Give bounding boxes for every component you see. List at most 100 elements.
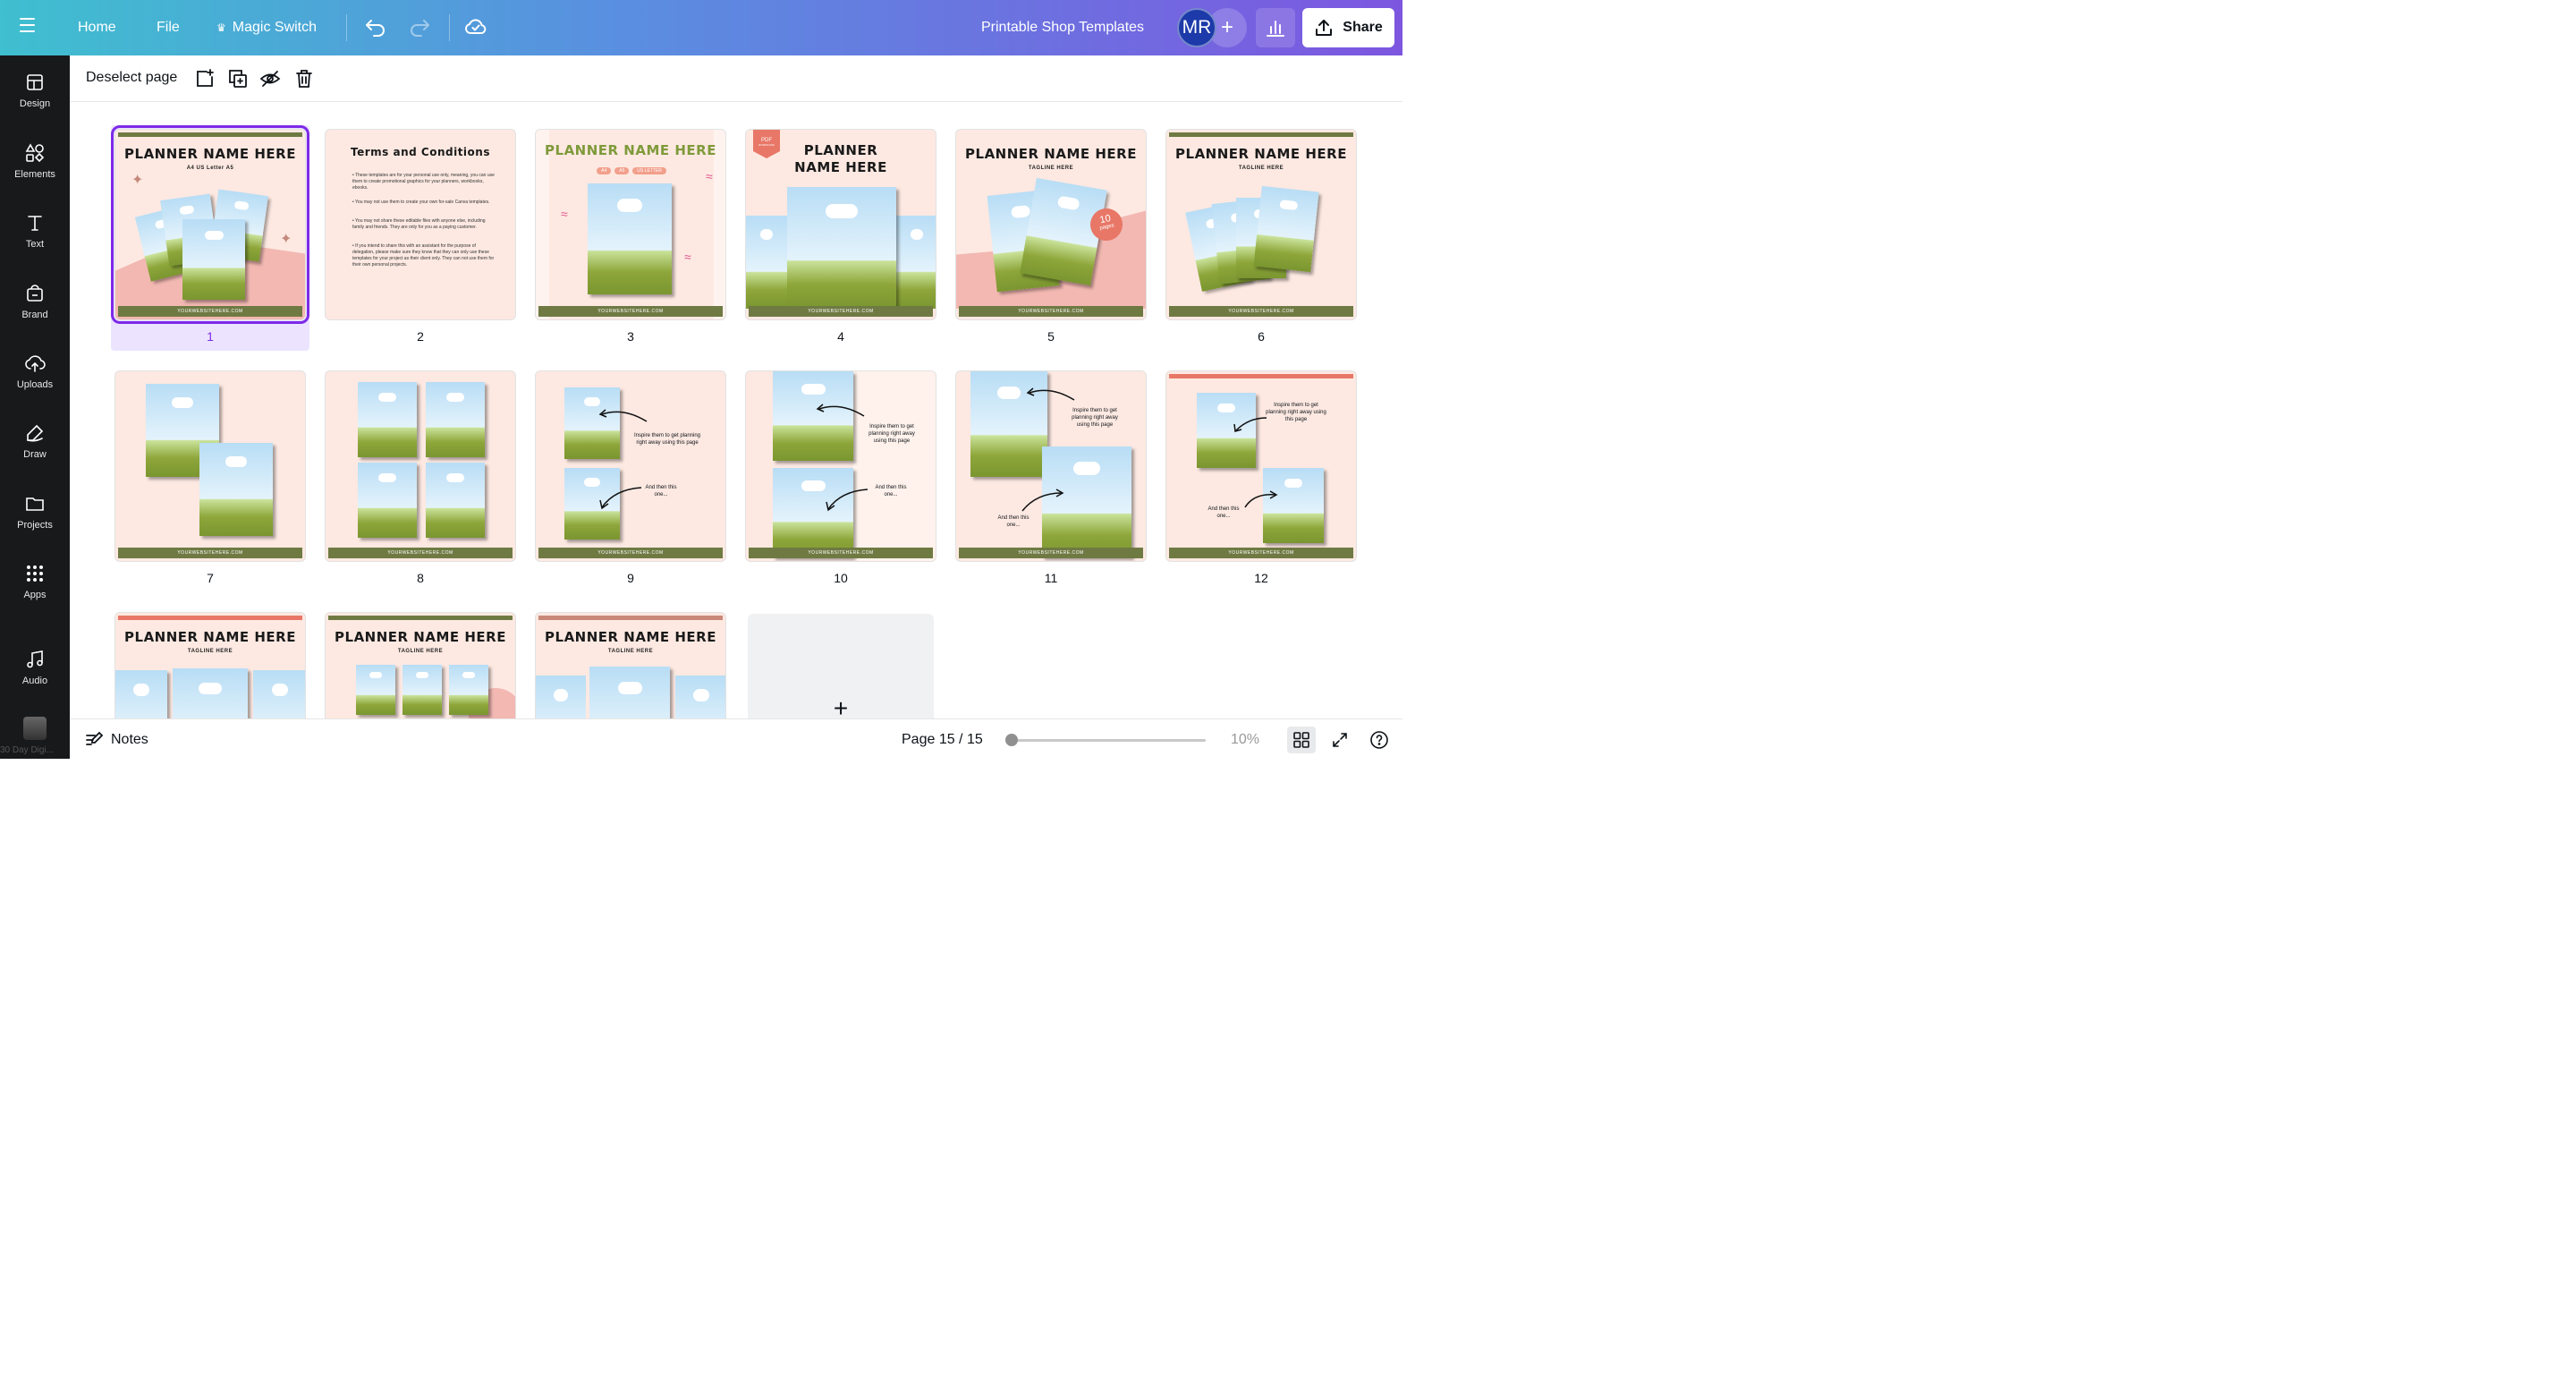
page-grid: PLANNER NAME HERE A4 US Letter A5 ✦ ✦ YO… <box>70 102 1402 718</box>
apps-grid-icon <box>27 565 43 582</box>
sidebar: Design Elements Text Brand Uploads Draw … <box>0 55 70 759</box>
page-number: 5 <box>1047 329 1055 344</box>
page-footer: YOURWEBSITEHERE.COM <box>749 306 933 317</box>
caption-text: Inspire them to get planning right away … <box>633 433 701 446</box>
photo-placeholder <box>1253 185 1319 273</box>
trash-icon[interactable] <box>293 68 315 89</box>
zoom-slider-track[interactable] <box>1011 739 1206 742</box>
page-preview[interactable]: YOURWEBSITEHERE.COM <box>325 370 516 562</box>
share-icon <box>1316 20 1333 36</box>
fullscreen-button[interactable] <box>1326 727 1354 753</box>
zigzag-icon: ≈ <box>684 250 691 264</box>
sidebar-item-brand[interactable]: Brand <box>0 270 70 333</box>
deselect-page-button[interactable]: Deselect page <box>86 70 177 86</box>
page-title: PLANNER NAME HERE <box>335 629 506 645</box>
photo-placeholder <box>356 665 395 715</box>
page-title: PLANNER NAME HERE <box>124 146 296 162</box>
page-number: 9 <box>627 571 634 585</box>
page-preview[interactable]: Inspire them to get planning right away … <box>745 370 936 562</box>
notes-button[interactable]: Notes <box>84 730 148 750</box>
magic-switch-button[interactable]: ♛ Magic Switch <box>216 10 317 46</box>
sidebar-label: Audio <box>21 676 48 686</box>
page-tagline: TAGLINE HERE <box>1028 166 1074 171</box>
page-preview[interactable]: PLANNER NAME HERE TAGLINE HERE 10 pages … <box>955 129 1147 320</box>
page-preview[interactable]: Terms and Conditions • These templates a… <box>325 129 516 320</box>
photo-placeholder <box>773 468 853 557</box>
cloud-saved-icon[interactable] <box>463 14 488 39</box>
page-preview[interactable]: Inspire them to get planning right away … <box>955 370 1147 562</box>
shapes-icon <box>25 143 45 163</box>
page-title: PLANNER NAME HERE <box>545 629 716 645</box>
page-preview[interactable]: Inspire them to get planning right away … <box>535 370 726 562</box>
page-number: 10 <box>834 571 848 585</box>
zoom-slider-handle[interactable] <box>1005 734 1018 746</box>
redo-icon[interactable] <box>407 14 432 39</box>
home-button[interactable]: Home <box>78 10 116 46</box>
page-footer: YOURWEBSITEHERE.COM <box>538 306 723 317</box>
size-badge: A4 <box>597 167 612 174</box>
top-bar: Home File ♛ Magic Switch Printable Shop … <box>0 0 1402 55</box>
page-preview[interactable]: PLANNER NAME HERE TAGLINE HERE <box>325 612 516 718</box>
photo-placeholder <box>182 219 245 300</box>
add-page-icon[interactable] <box>194 68 216 89</box>
arrow-icon <box>1244 490 1278 508</box>
page-preview[interactable]: PLANNER NAME HERE TAGLINE HERE YOURWEBSI… <box>1165 129 1357 320</box>
page-title: PLANNER NAME HERE <box>1175 146 1347 162</box>
page-preview[interactable]: PLANNER NAME HERE TAGLINE HERE <box>535 612 726 718</box>
layout-icon <box>27 74 43 90</box>
page-title-line: NAME HERE <box>794 159 887 175</box>
avatar[interactable]: MR <box>1177 8 1216 47</box>
arrow-icon <box>598 409 648 422</box>
page-preview[interactable]: YOURWEBSITEHERE.COM <box>114 370 306 562</box>
grid-view-button[interactable] <box>1287 727 1316 753</box>
page-title: PLANNER NAME HERE <box>545 142 716 158</box>
page-preview[interactable]: Inspire them to get planning right away … <box>1165 370 1357 562</box>
page-preview[interactable]: PLANNER NAME HERE TAGLINE HERE <box>114 612 306 718</box>
sidebar-label: Draw <box>23 449 47 460</box>
share-button[interactable]: Share <box>1302 8 1394 47</box>
insights-button[interactable] <box>1256 8 1295 47</box>
sidebar-item-draw[interactable]: Draw <box>0 410 70 472</box>
page-preview[interactable]: PLANNER NAME HERE A4 US Letter A5 ✦ ✦ YO… <box>111 125 309 324</box>
page-title-line: PLANNER <box>803 142 878 158</box>
menu-icon[interactable] <box>20 18 50 38</box>
zoom-level[interactable]: 10% <box>1231 732 1259 748</box>
sidebar-item-apps[interactable]: Apps <box>0 550 70 613</box>
page-preview[interactable]: PLANNER NAME HERE A4 A5 US LETTER ≈ ≈ ≈ … <box>535 129 726 320</box>
caption-text: Inspire them to get planning right away … <box>1266 403 1326 422</box>
page-counter[interactable]: Page 15 / 15 <box>902 732 983 748</box>
page-footer: YOURWEBSITEHERE.COM <box>118 306 302 317</box>
sidebar-item-audio[interactable]: Audio <box>0 636 70 699</box>
duplicate-page-icon[interactable] <box>227 68 249 89</box>
sidebar-item-elements[interactable]: Elements <box>0 130 70 192</box>
page-number: 3 <box>627 329 634 344</box>
help-button[interactable] <box>1365 727 1394 753</box>
undo-icon[interactable] <box>363 14 388 39</box>
crown-icon: ♛ <box>216 21 226 34</box>
page-footer: YOURWEBSITEHERE.COM <box>959 548 1143 558</box>
music-note-icon <box>27 650 43 668</box>
hide-page-icon[interactable] <box>259 68 281 89</box>
caption-text: And then this one... <box>1208 506 1240 519</box>
add-page-button[interactable]: + <box>748 614 934 718</box>
caption-text: And then this one... <box>875 485 907 497</box>
divider <box>346 14 347 41</box>
zigzag-icon: ≈ <box>561 207 568 221</box>
size-badges: A4 A5 US LETTER <box>589 167 674 174</box>
sidebar-item-uploads[interactable]: Uploads <box>0 340 70 403</box>
decor-stripe <box>118 616 302 620</box>
document-title[interactable]: Printable Shop Templates <box>981 10 1144 46</box>
page-preview[interactable]: PDF DOWNLOAD PLANNER NAME HERE YOURWEBSI… <box>745 129 936 320</box>
sidebar-item-text[interactable]: Text <box>0 200 70 262</box>
page-footer: YOURWEBSITEHERE.COM <box>118 548 302 558</box>
decor-stripe <box>538 616 723 620</box>
caption-text: And then this one... <box>645 485 677 497</box>
sidebar-item-recent-design[interactable]: 30 Day Digi... <box>0 713 70 759</box>
arrow-icon <box>1026 387 1075 401</box>
photo-placeholder <box>588 183 672 294</box>
file-menu-button[interactable]: File <box>157 10 180 46</box>
sidebar-label: Design <box>19 98 51 109</box>
sidebar-item-design[interactable]: Design <box>0 59 70 122</box>
page-title: Terms and Conditions <box>351 146 490 158</box>
sidebar-item-projects[interactable]: Projects <box>0 480 70 543</box>
